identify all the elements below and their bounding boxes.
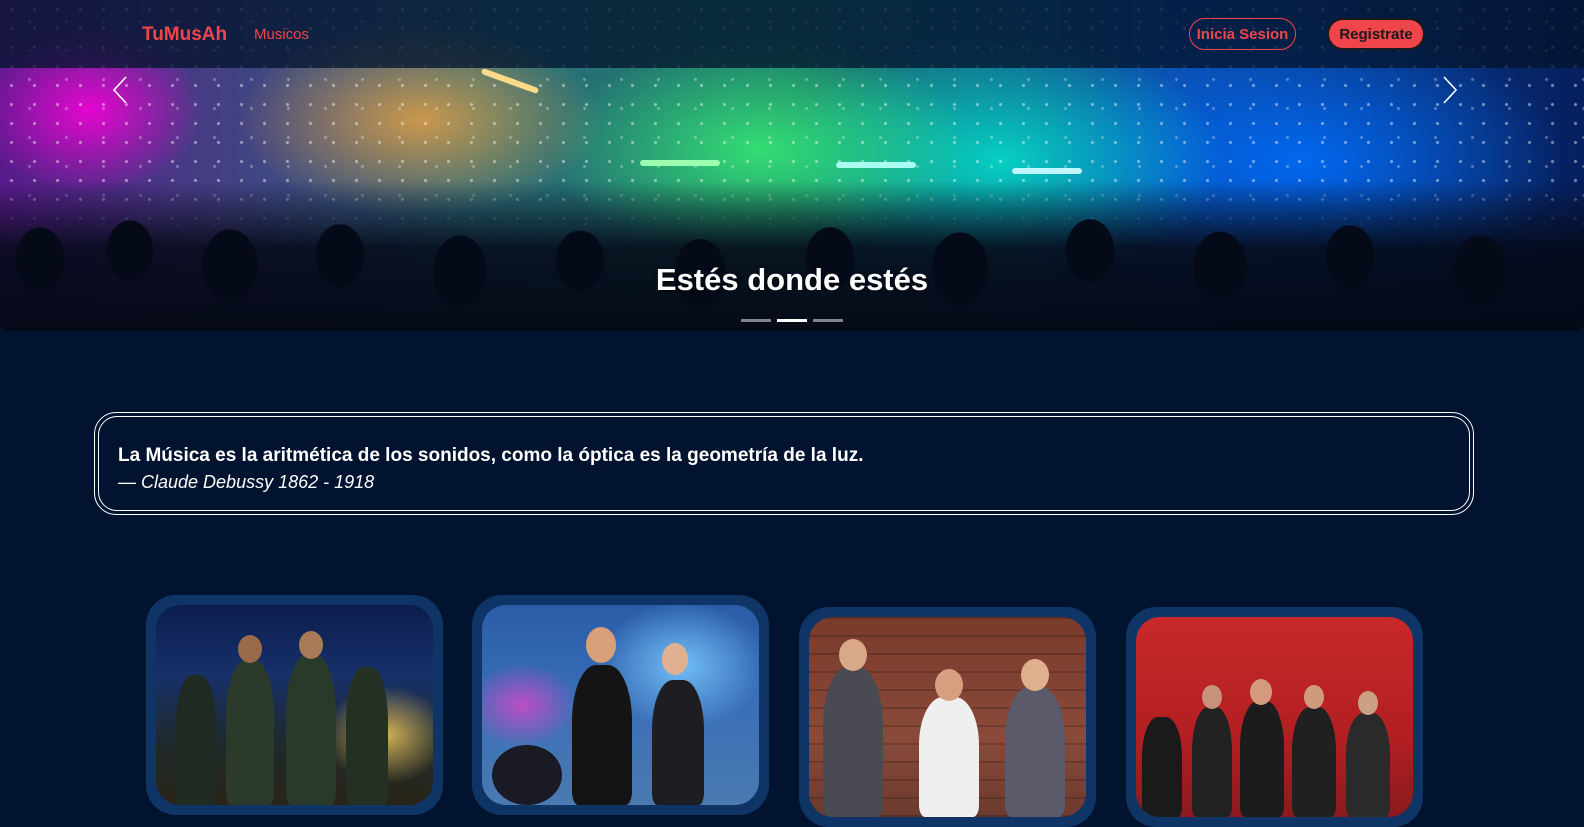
person-silhouette xyxy=(1292,707,1336,817)
musician-photo xyxy=(1136,617,1413,817)
drum-kit xyxy=(492,745,562,805)
login-button[interactable]: Inicia Sesion xyxy=(1189,18,1296,50)
person-head xyxy=(299,631,323,659)
crowd-silhouette xyxy=(0,181,1584,331)
person-silhouette xyxy=(1005,687,1065,817)
carousel-indicators xyxy=(0,319,1584,322)
person-head xyxy=(1021,659,1049,691)
person-head xyxy=(839,639,867,671)
quote-inner-frame: La Música es la aritmética de los sonido… xyxy=(98,416,1470,511)
musician-card-4[interactable] xyxy=(1126,607,1423,827)
person-silhouette xyxy=(652,680,704,805)
person-silhouette xyxy=(1346,713,1390,817)
person-silhouette xyxy=(572,665,632,805)
person-head xyxy=(238,635,262,663)
carousel-prev-button[interactable] xyxy=(102,72,138,108)
person-head xyxy=(1202,685,1222,709)
person-silhouette xyxy=(1142,717,1182,817)
person-silhouette xyxy=(226,660,274,805)
person-silhouette xyxy=(1240,701,1284,817)
person-silhouette xyxy=(286,655,336,805)
quote-box: La Música es la aritmética de los sonido… xyxy=(94,412,1474,515)
carousel-indicator-2[interactable] xyxy=(777,319,807,322)
stage-light-beam xyxy=(836,162,916,168)
musician-card-1[interactable] xyxy=(146,595,443,815)
person-head xyxy=(1250,679,1272,705)
stage-light-beam xyxy=(640,160,720,166)
musician-photo xyxy=(482,605,759,805)
musician-card-2[interactable] xyxy=(472,595,769,815)
quote-author: — Claude Debussy 1862 - 1918 xyxy=(118,472,375,492)
musician-photo xyxy=(809,617,1086,817)
nav-link-musicos[interactable]: Musicos xyxy=(254,26,309,43)
person-silhouette xyxy=(823,667,883,817)
top-navbar: TuMusAh Musicos Inicia Sesion Registrate xyxy=(0,0,1584,68)
person-silhouette xyxy=(346,667,388,805)
carousel-next-button[interactable] xyxy=(1432,72,1468,108)
quote-text: La Música es la aritmética de los sonido… xyxy=(118,445,864,466)
musician-card-3[interactable] xyxy=(799,607,1096,827)
person-head xyxy=(1304,685,1324,709)
person-silhouette xyxy=(919,697,979,817)
person-head xyxy=(1358,691,1378,715)
chevron-right-icon xyxy=(1443,76,1458,104)
brand-logo[interactable]: TuMusAh xyxy=(142,24,227,46)
carousel-caption: Estés donde estés xyxy=(655,262,929,297)
carousel-indicator-1[interactable] xyxy=(741,319,771,322)
musician-photo xyxy=(156,605,433,805)
person-silhouette xyxy=(1192,707,1232,817)
person-head xyxy=(586,627,616,663)
carousel-indicator-3[interactable] xyxy=(813,319,843,322)
stage-light-beam xyxy=(1012,168,1082,174)
person-head xyxy=(662,643,688,675)
register-button[interactable]: Registrate xyxy=(1327,18,1425,50)
chevron-left-icon xyxy=(112,76,127,104)
person-head xyxy=(935,669,963,701)
